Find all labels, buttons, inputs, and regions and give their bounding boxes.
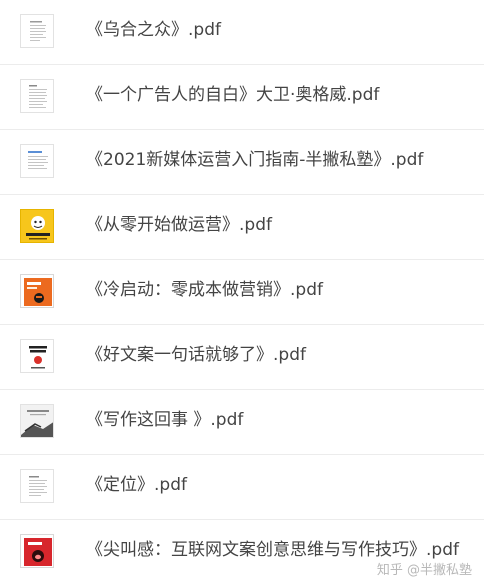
document-thumbnail-icon [20, 469, 54, 503]
document-thumbnail-icon [20, 14, 54, 48]
file-name: 《尖叫感：互联网文案创意思维与写作技巧》.pdf [86, 540, 459, 560]
file-name: 《乌合之众》.pdf [86, 20, 221, 40]
file-row[interactable]: 《冷启动：零成本做营销》.pdf [0, 260, 484, 325]
file-row[interactable]: 《2021新媒体运营入门指南-半撇私塾》.pdf [0, 130, 484, 195]
document-thumbnail-icon [20, 79, 54, 113]
file-row[interactable]: 《从零开始做运营》.pdf [0, 195, 484, 260]
book-cover-icon [20, 274, 54, 308]
book-cover-icon [20, 534, 54, 568]
file-name: 《从零开始做运营》.pdf [86, 215, 272, 235]
file-row[interactable]: 《写作这回事 》.pdf [0, 390, 484, 455]
file-name: 《写作这回事 》.pdf [86, 410, 244, 430]
file-name: 《好文案一句话就够了》.pdf [86, 345, 306, 365]
file-name: 《2021新媒体运营入门指南-半撇私塾》.pdf [86, 150, 424, 170]
file-name: 《一个广告人的自白》大卫·奥格威.pdf [86, 85, 380, 105]
book-cover-icon [20, 339, 54, 373]
file-row[interactable]: 《乌合之众》.pdf [0, 0, 484, 65]
file-row[interactable]: 《定位》.pdf [0, 455, 484, 520]
file-row[interactable]: 《好文案一句话就够了》.pdf [0, 325, 484, 390]
file-name: 《冷启动：零成本做营销》.pdf [86, 280, 323, 300]
book-cover-icon [20, 404, 54, 438]
book-cover-icon [20, 209, 54, 243]
file-row[interactable]: 《一个广告人的自白》大卫·奥格威.pdf [0, 65, 484, 130]
file-name: 《定位》.pdf [86, 475, 187, 495]
document-thumbnail-icon [20, 144, 54, 178]
watermark: 知乎 @半撇私塾 [376, 563, 472, 578]
